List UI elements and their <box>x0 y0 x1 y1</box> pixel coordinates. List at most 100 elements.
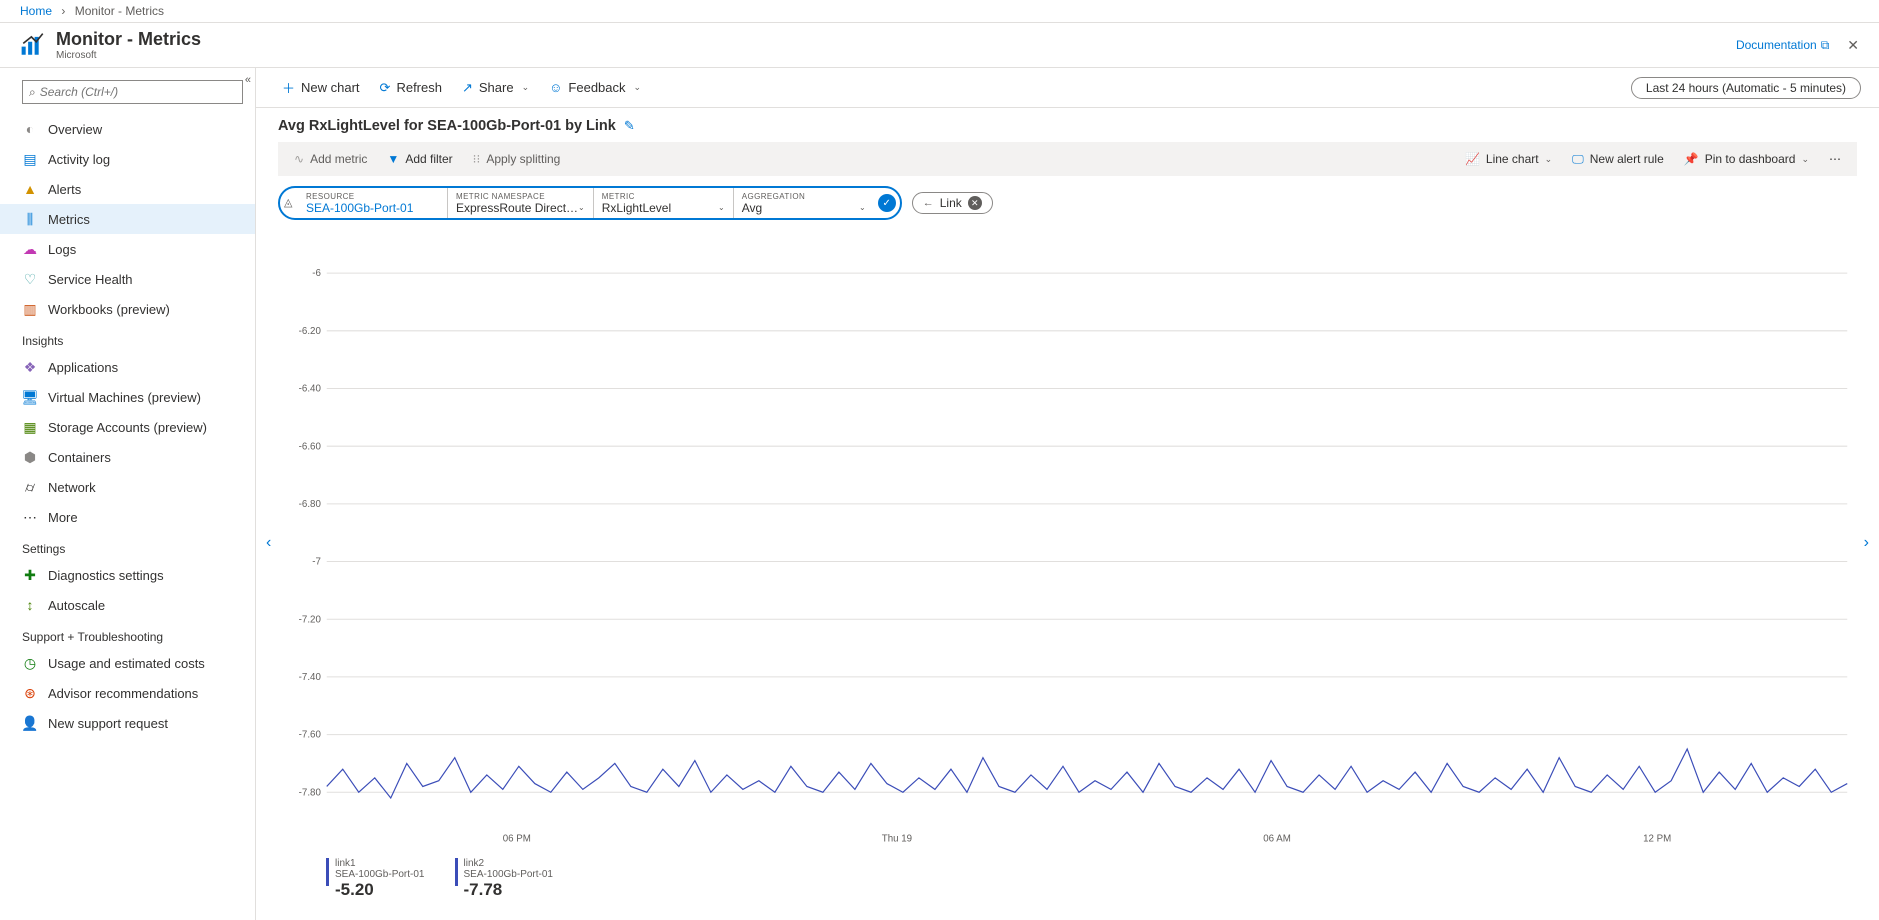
sidebar-search[interactable]: ⌕ <box>22 80 243 104</box>
filter-icon: ▼ <box>387 152 399 166</box>
sidebar-item-virtual-machines-preview-[interactable]: 🖥Virtual Machines (preview) <box>0 382 255 412</box>
page-title: Monitor - Metrics <box>56 29 201 50</box>
sidebar-item-more[interactable]: ⋯ More <box>0 502 255 532</box>
new-chart-button[interactable]: ＋New chart <box>274 73 368 103</box>
svg-text:-6: -6 <box>312 268 321 279</box>
drag-handle-icon[interactable]: ◬ <box>284 196 292 209</box>
namespace-selector[interactable]: METRIC NAMESPACE ExpressRoute Direct…⌄ <box>448 188 594 218</box>
sidebar-item-containers[interactable]: ⬢Containers <box>0 442 255 472</box>
svg-text:-6.60: -6.60 <box>299 441 322 452</box>
linechart-icon: 📈 <box>1465 152 1480 166</box>
svg-text:06 PM: 06 PM <box>503 833 531 844</box>
legend-item[interactable]: link2SEA-100Gb-Port-01-7.78 <box>455 858 554 900</box>
new-alert-rule-button[interactable]: 🖵New alert rule <box>1564 146 1672 172</box>
search-input[interactable] <box>40 85 236 99</box>
add-metric-button[interactable]: ∿Add metric <box>286 146 375 172</box>
metrics-icon: ⫼ <box>22 211 38 227</box>
chevron-down-icon: ⌄ <box>578 203 585 212</box>
plus-icon: ＋ <box>282 78 295 97</box>
sidebar: « ⌕ ◐Overview▤Activity log▲Alerts ⫼ Metric… <box>0 68 256 920</box>
containers-icon: ⬢ <box>22 449 38 465</box>
sidebar-item-label: Storage Accounts (preview) <box>48 420 207 435</box>
legend-series-name: link2 <box>464 858 554 869</box>
metric-selector-row: ◬ RESOURCE SEA-100Gb-Port-01 METRIC NAME… <box>256 176 1879 230</box>
confirm-metric-icon[interactable]: ✓ <box>878 194 896 212</box>
edit-title-icon[interactable]: ✎ <box>624 118 635 134</box>
aggregation-selector[interactable]: AGGREGATION Avg⌄ <box>734 188 874 218</box>
legend-item[interactable]: link1SEA-100Gb-Port-01-5.20 <box>326 858 425 900</box>
sidebar-item-metrics[interactable]: ⫼ Metrics <box>0 204 255 234</box>
breadcrumb-home[interactable]: Home <box>20 4 52 18</box>
remove-filter-icon[interactable]: ✕ <box>968 196 982 210</box>
chevron-down-icon: ⌄ <box>1801 154 1809 165</box>
add-filter-button[interactable]: ▼Add filter <box>379 146 460 172</box>
page-subtitle: Microsoft <box>56 50 201 61</box>
collapse-sidebar-icon[interactable]: « <box>245 74 251 86</box>
svg-text:-6.20: -6.20 <box>299 326 322 337</box>
external-link-icon: ⧉ <box>1821 38 1830 53</box>
more-options-button[interactable]: ⋯ <box>1821 146 1849 172</box>
sidebar-item-applications[interactable]: ❖ Applications <box>0 352 255 382</box>
chart-prev-icon[interactable]: ‹ <box>260 528 277 558</box>
time-range-picker[interactable]: Last 24 hours (Automatic - 5 minutes) <box>1631 77 1861 99</box>
sidebar-item-network[interactable]: ⌭Network <box>0 472 255 502</box>
sidebar-item-label: More <box>48 510 78 525</box>
apply-splitting-button[interactable]: ⁝⁝Apply splitting <box>465 146 569 172</box>
svg-text:-7.60: -7.60 <box>299 729 322 740</box>
breadcrumb: Home › Monitor - Metrics <box>0 0 1879 23</box>
chevron-down-icon: ⌄ <box>1545 154 1553 165</box>
chevron-down-icon: ⌄ <box>522 82 530 93</box>
sidebar-item-label: Applications <box>48 360 118 375</box>
sidebar-item-label: Alerts <box>48 182 81 197</box>
share-button[interactable]: ↗Share⌄ <box>454 73 537 103</box>
storage-icon: ▦ <box>22 419 38 435</box>
chart-next-icon[interactable]: › <box>1858 528 1875 558</box>
pin-to-dashboard-button[interactable]: 📌Pin to dashboard⌄ <box>1676 146 1817 172</box>
chevron-down-icon: ⌄ <box>718 203 725 212</box>
svg-text:-6.80: -6.80 <box>299 499 322 510</box>
feedback-button[interactable]: ☺Feedback⌄ <box>541 73 649 103</box>
sidebar-item-service-health[interactable]: ♡Service Health <box>0 264 255 294</box>
sidebar-item-label: Diagnostics settings <box>48 568 164 583</box>
refresh-button[interactable]: ⟳Refresh <box>372 73 450 103</box>
link-filter-pill[interactable]: ← Link ✕ <box>912 192 993 214</box>
sidebar-item-usage-and-estimated-costs[interactable]: ◷Usage and estimated costs <box>0 648 255 678</box>
filter-arrow-icon: ← <box>923 197 934 209</box>
close-icon[interactable]: ✕ <box>1847 37 1859 54</box>
sidebar-item-diagnostics-settings[interactable]: ✚Diagnostics settings <box>0 560 255 590</box>
network-icon: ⌭ <box>22 479 38 495</box>
applications-icon: ❖ <box>22 359 38 375</box>
legend-series-name: link1 <box>335 858 425 869</box>
more-icon: ⋯ <box>22 509 38 525</box>
sidebar-item-label: Workbooks (preview) <box>48 302 170 317</box>
sidebar-group-heading: Settings <box>0 532 255 560</box>
sidebar-item-label: Service Health <box>48 272 133 287</box>
chart-type-dropdown[interactable]: 📈Line chart⌄ <box>1457 146 1560 172</box>
sidebar-item-advisor-recommendations[interactable]: ⊛Advisor recommendations <box>0 678 255 708</box>
documentation-link[interactable]: Documentation ⧉ <box>1736 38 1829 53</box>
sidebar-item-new-support-request[interactable]: 👤New support request <box>0 708 255 738</box>
metric-selector[interactable]: METRIC RxLightLevel⌄ <box>594 188 734 218</box>
sidebar-item-logs[interactable]: ☁Logs <box>0 234 255 264</box>
feedback-icon: ☺ <box>549 80 562 95</box>
split-icon: ⁝⁝ <box>473 152 481 166</box>
legend-resource-name: SEA-100Gb-Port-01 <box>335 869 425 880</box>
svg-text:-6.40: -6.40 <box>299 383 322 394</box>
sidebar-item-autoscale[interactable]: ↕Autoscale <box>0 590 255 620</box>
sidebar-item-overview[interactable]: ◐Overview <box>0 114 255 144</box>
sidebar-item-alerts[interactable]: ▲Alerts <box>0 174 255 204</box>
resource-selector[interactable]: RESOURCE SEA-100Gb-Port-01 <box>298 188 448 218</box>
sidebar-item-label: Advisor recommendations <box>48 686 198 701</box>
line-chart[interactable]: -6-6.20-6.40-6.60-6.80-7-7.20-7.40-7.60-… <box>278 234 1857 852</box>
sidebar-group-heading: Support + Troubleshooting <box>0 620 255 648</box>
svg-text:-7.80: -7.80 <box>299 787 322 798</box>
svg-text:-7.20: -7.20 <box>299 614 322 625</box>
sidebar-item-label: Autoscale <box>48 598 105 613</box>
sidebar-item-activity-log[interactable]: ▤Activity log <box>0 144 255 174</box>
overview-icon: ◐ <box>22 121 38 137</box>
sidebar-item-label: Logs <box>48 242 76 257</box>
sidebar-item-storage-accounts-preview-[interactable]: ▦ Storage Accounts (preview) <box>0 412 255 442</box>
sidebar-item-label: Metrics <box>48 212 90 227</box>
sidebar-item-workbooks-preview-[interactable]: ▥Workbooks (preview) <box>0 294 255 324</box>
svg-text:06 AM: 06 AM <box>1263 833 1291 844</box>
